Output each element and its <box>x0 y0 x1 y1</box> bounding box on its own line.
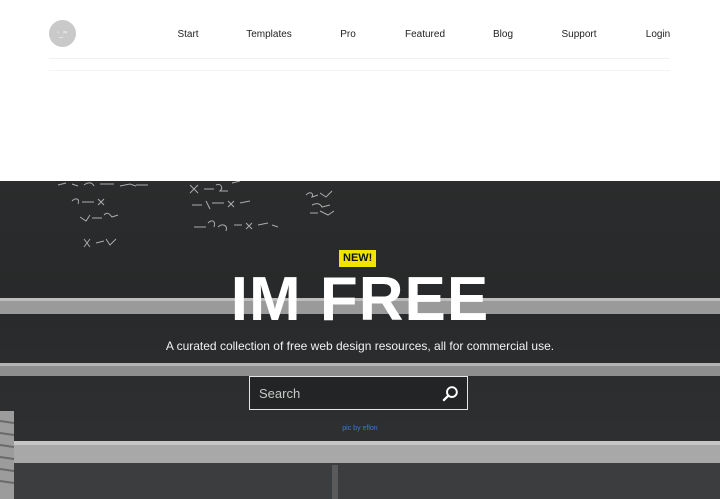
hero-subtitle: A curated collection of free web design … <box>165 339 555 353</box>
hero-section: NEW! IM FREE A curated collection of fre… <box>0 181 720 499</box>
nav-pro[interactable]: Pro <box>340 29 356 40</box>
nav-blog[interactable]: Blog <box>493 29 513 40</box>
search-input[interactable] <box>250 377 444 409</box>
photo-credit-link[interactable]: pic by eflon <box>0 425 720 432</box>
site-header: ⁱ_ᴹ Start Templates Pro Featured Blog Su… <box>0 0 720 181</box>
hero-title: IM FREE <box>230 265 490 334</box>
header-divider-secondary <box>49 70 670 71</box>
nav-login[interactable]: Login <box>646 29 670 40</box>
nav-featured[interactable]: Featured <box>405 29 445 40</box>
header-divider <box>49 58 670 59</box>
nav-templates[interactable]: Templates <box>246 29 292 40</box>
search-box <box>249 376 468 410</box>
search-icon[interactable] <box>442 385 459 402</box>
main-nav: Start Templates Pro Featured Blog Suppor… <box>0 29 720 43</box>
nav-support[interactable]: Support <box>561 29 596 40</box>
nav-start[interactable]: Start <box>177 29 198 40</box>
